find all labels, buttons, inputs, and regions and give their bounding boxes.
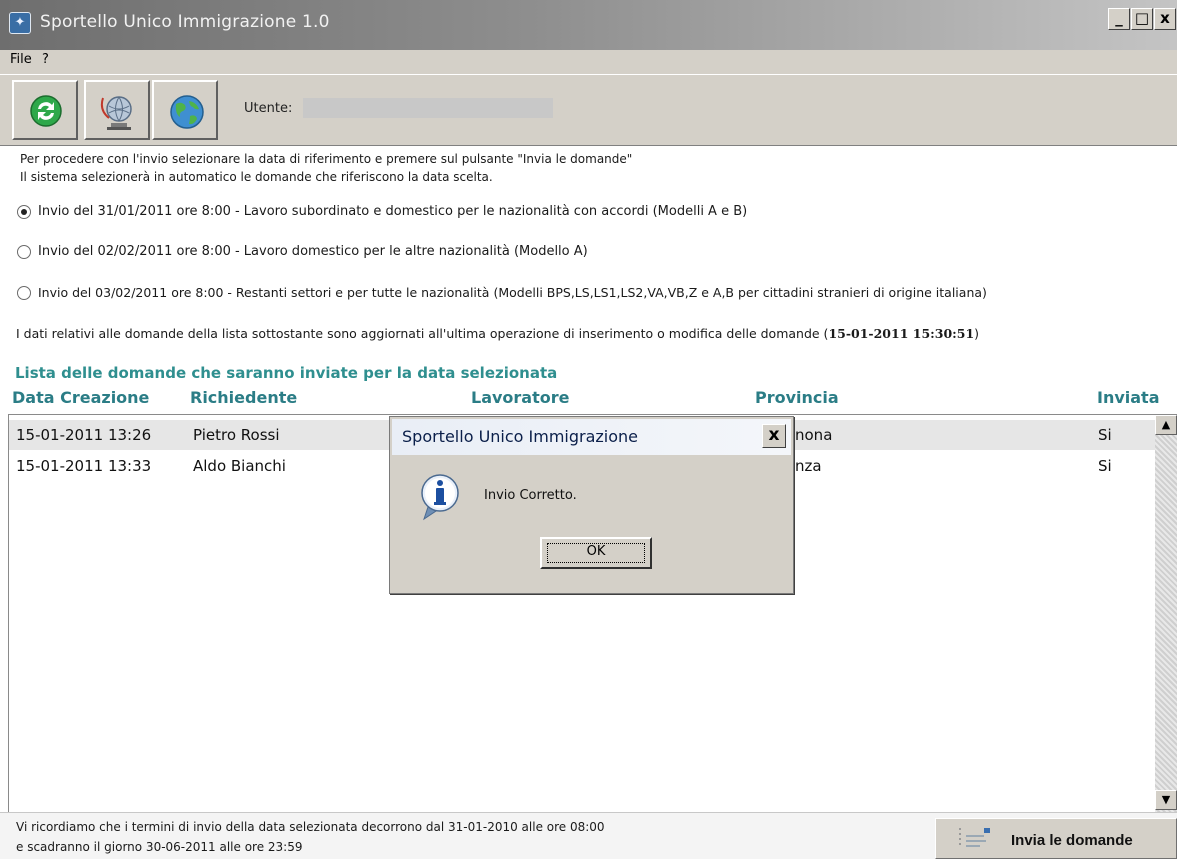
cell-provincia: nza (795, 457, 822, 475)
scroll-down-button[interactable]: ▼ (1155, 790, 1177, 810)
world-icon (170, 95, 204, 129)
satellite-button[interactable] (84, 80, 150, 140)
maximize-button[interactable]: □ (1131, 8, 1153, 30)
user-value (303, 98, 553, 118)
cell-inviata: Si (1098, 457, 1112, 475)
option-label-3[interactable]: Invio del 03/02/2011 ore 8:00 - Restanti… (38, 285, 987, 300)
option-radio-1[interactable] (17, 205, 31, 219)
option-radio-2[interactable] (17, 245, 31, 259)
cell-data-creazione: 15-01-2011 13:26 (16, 426, 152, 444)
refresh-button[interactable] (12, 80, 78, 140)
app-icon: ✦ (9, 12, 31, 34)
menu-file[interactable]: File (10, 52, 32, 67)
column-header-lavoratore[interactable]: Lavoratore (471, 388, 569, 407)
send-requests-label[interactable]: Invia le domande (1011, 832, 1133, 849)
instructions-line-2: Il sistema selezionerà in automatico le … (20, 170, 493, 184)
ok-focus-ring (547, 543, 645, 563)
cell-richiedente: Pietro Rossi (193, 426, 280, 444)
instructions-line-1: Per procedere con l'invio selezionare la… (20, 152, 633, 166)
scroll-up-button[interactable]: ▲ (1155, 415, 1177, 435)
dialog-message: Invio Corretto. (484, 488, 577, 503)
column-header-data-creazione[interactable]: Data Creazione (12, 388, 149, 407)
update-timestamp: 15-01-2011 15:30:51 (828, 326, 975, 341)
globe-satellite-icon (100, 96, 132, 130)
close-button[interactable]: x (1154, 8, 1176, 30)
list-heading: Lista delle domande che saranno inviate … (15, 364, 558, 382)
column-header-richiedente[interactable]: Richiedente (190, 388, 297, 407)
menu-bar (0, 50, 1177, 74)
info-icon (421, 474, 459, 521)
column-header-inviata[interactable]: Inviata (1097, 388, 1160, 407)
cell-provincia: nona (795, 426, 833, 444)
user-label: Utente: (244, 101, 293, 116)
dialog-close-button[interactable]: x (762, 424, 786, 448)
update-note-close: ) (974, 326, 980, 341)
menu-help[interactable]: ? (42, 52, 49, 67)
footer-note-line-1: Vi ricordiamo che i termini di invio del… (16, 820, 605, 834)
update-note-text: I dati relativi alle domande della lista… (16, 326, 829, 341)
dialog-title: Sportello Unico Immigrazione (402, 427, 639, 446)
update-note: I dati relativi alle domande della lista… (16, 326, 979, 341)
cell-data-creazione: 15-01-2011 13:33 (16, 457, 152, 475)
cell-richiedente: Aldo Bianchi (193, 457, 286, 475)
column-header-provincia[interactable]: Provincia (755, 388, 839, 407)
option-radio-3[interactable] (17, 286, 31, 300)
world-button[interactable] (152, 80, 218, 140)
refresh-icon (30, 95, 62, 127)
minimize-button[interactable]: _ (1108, 8, 1130, 30)
list-scrollbar[interactable] (1155, 415, 1177, 812)
document-send-icon (959, 828, 990, 847)
option-label-2[interactable]: Invio del 02/02/2011 ore 8:00 - Lavoro d… (38, 244, 588, 259)
window-title: Sportello Unico Immigrazione 1.0 (40, 12, 330, 32)
option-label-1[interactable]: Invio del 31/01/2011 ore 8:00 - Lavoro s… (38, 204, 747, 219)
cell-inviata: Si (1098, 426, 1112, 444)
footer-note-line-2: e scadranno il giorno 30-06-2011 alle or… (16, 840, 303, 854)
